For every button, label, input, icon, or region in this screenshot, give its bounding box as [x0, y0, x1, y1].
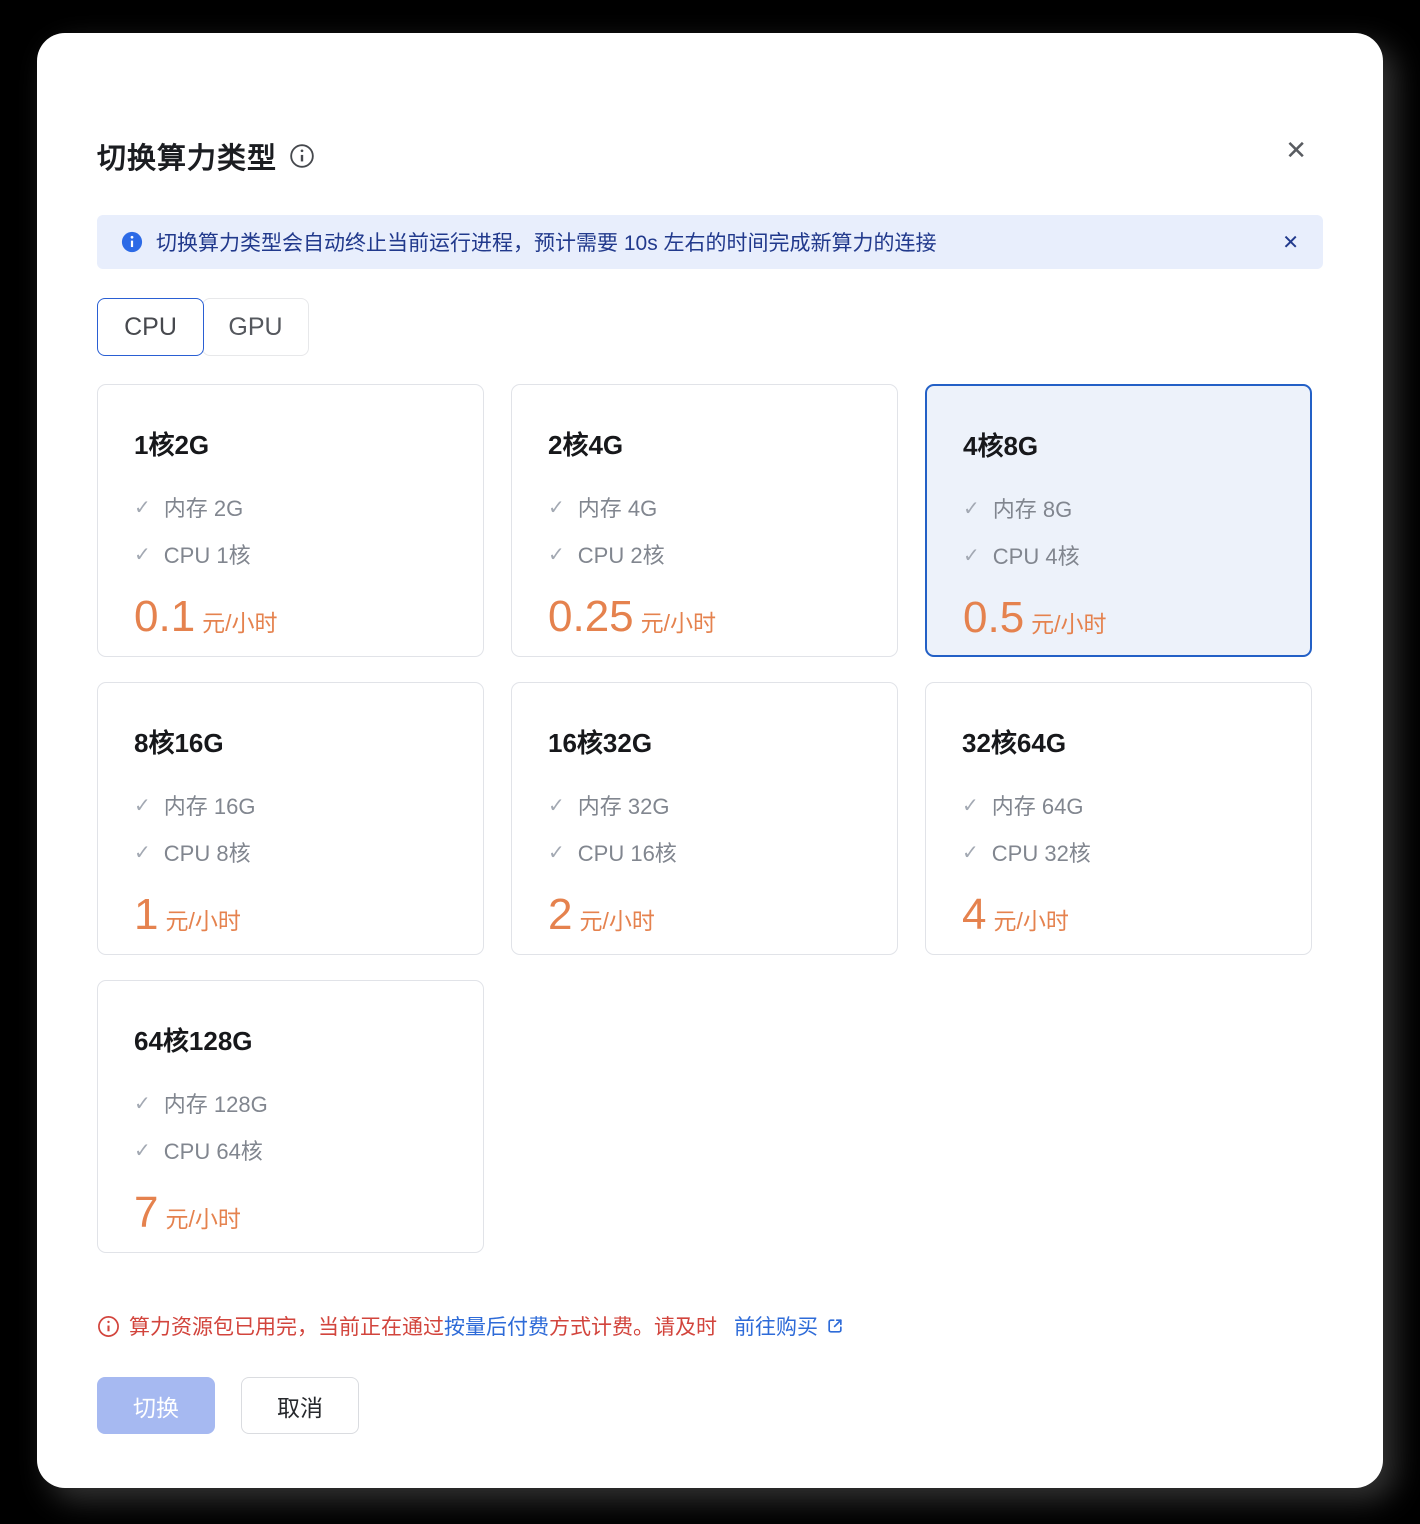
- spec-card-64c128g[interactable]: 64核128G ✓ 内存 128G ✓ CPU 64核 7元/小时: [97, 980, 484, 1253]
- card-title: 64核128G: [134, 1021, 447, 1058]
- check-icon: ✓: [134, 495, 151, 520]
- spec-card-1c2g[interactable]: 1核2G ✓ 内存 2G ✓ CPU 1核 0.1元/小时: [97, 384, 484, 657]
- spec-cpu: CPU 8核: [164, 836, 251, 868]
- spec-cpu: CPU 1核: [164, 538, 251, 570]
- spec-memory: 内存 4G: [578, 491, 657, 523]
- spec-cpu: CPU 16核: [578, 836, 677, 868]
- card-title: 1核2G: [134, 425, 447, 462]
- quota-warning: 算力资源包已用完，当前正在通过按量后付费方式计费。请及时 前往购买: [97, 1311, 1323, 1341]
- info-banner: 切换算力类型会自动终止当前运行进程，预计需要 10s 左右的时间完成新算力的连接…: [97, 215, 1323, 269]
- price-value: 0.1: [134, 592, 195, 642]
- price-unit: 元/小时: [165, 1200, 240, 1234]
- postpaid-billing-link[interactable]: 按量后付费: [444, 1316, 549, 1339]
- card-title: 4核8G: [963, 426, 1274, 463]
- warning-info-icon: [97, 1315, 120, 1338]
- warning-segment: 算力资源包已用完，当前正在通过: [129, 1316, 444, 1339]
- check-icon: ✓: [963, 496, 980, 521]
- tab-cpu[interactable]: CPU: [97, 298, 204, 356]
- price-value: 0.5: [963, 593, 1024, 643]
- close-icon[interactable]: ✕: [1285, 137, 1307, 163]
- spec-memory: 内存 16G: [164, 789, 256, 821]
- go-purchase-link[interactable]: 前往购买: [734, 1311, 845, 1341]
- price-value: 7: [134, 1188, 158, 1238]
- spec-cpu: CPU 32核: [992, 836, 1091, 868]
- price-value: 2: [548, 890, 572, 940]
- compute-type-tabs: CPU GPU: [97, 298, 1323, 356]
- warning-text: 算力资源包已用完，当前正在通过按量后付费方式计费。请及时: [129, 1311, 717, 1341]
- spec-card-4c8g-selected[interactable]: 4核8G ✓ 内存 8G ✓ CPU 4核 0.5元/小时: [925, 384, 1312, 657]
- check-icon: ✓: [134, 840, 151, 865]
- price-unit: 元/小时: [993, 902, 1068, 936]
- spec-card-16c32g[interactable]: 16核32G ✓ 内存 32G ✓ CPU 16核 2元/小时: [511, 682, 898, 955]
- switch-button[interactable]: 切换: [97, 1377, 215, 1434]
- spec-cpu: CPU 4核: [993, 539, 1080, 571]
- check-icon: ✓: [134, 1091, 151, 1116]
- spec-memory: 内存 32G: [578, 789, 670, 821]
- check-icon: ✓: [962, 840, 979, 865]
- spec-cpu: CPU 64核: [164, 1134, 263, 1166]
- price-value: 1: [134, 890, 158, 940]
- info-icon[interactable]: [289, 143, 315, 169]
- spec-card-8c16g[interactable]: 8核16G ✓ 内存 16G ✓ CPU 8核 1元/小时: [97, 682, 484, 955]
- price-unit: 元/小时: [579, 902, 654, 936]
- dialog-title: 切换算力类型: [97, 135, 277, 177]
- card-title: 16核32G: [548, 723, 861, 760]
- banner-message: 切换算力类型会自动终止当前运行进程，预计需要 10s 左右的时间完成新算力的连接: [156, 227, 1269, 257]
- check-icon: ✓: [548, 840, 565, 865]
- spec-memory: 内存 8G: [993, 492, 1072, 524]
- tab-gpu[interactable]: GPU: [202, 298, 309, 356]
- price-value: 0.25: [548, 592, 634, 642]
- banner-close-icon[interactable]: ✕: [1282, 230, 1299, 255]
- check-icon: ✓: [548, 793, 565, 818]
- card-title: 8核16G: [134, 723, 447, 760]
- spec-card-32c64g[interactable]: 32核64G ✓ 内存 64G ✓ CPU 32核 4元/小时: [925, 682, 1312, 955]
- check-icon: ✓: [134, 793, 151, 818]
- cancel-button[interactable]: 取消: [241, 1377, 359, 1434]
- external-link-icon: [825, 1316, 845, 1336]
- check-icon: ✓: [962, 793, 979, 818]
- check-icon: ✓: [134, 1138, 151, 1163]
- spec-cpu: CPU 2核: [578, 538, 665, 570]
- price-unit: 元/小时: [165, 902, 240, 936]
- switch-compute-type-dialog: 切换算力类型 ✕ 切换算力类型会自动终止当前运行进程，预计需要 10s 左右的时…: [37, 33, 1383, 1488]
- price-unit: 元/小时: [641, 604, 716, 638]
- banner-info-icon: [121, 231, 143, 253]
- card-title: 2核4G: [548, 425, 861, 462]
- dialog-actions: 切换 取消: [97, 1377, 1323, 1434]
- card-title: 32核64G: [962, 723, 1275, 760]
- check-icon: ✓: [963, 543, 980, 568]
- go-purchase-label: 前往购买: [734, 1311, 818, 1341]
- check-icon: ✓: [134, 542, 151, 567]
- spec-memory: 内存 2G: [164, 491, 243, 523]
- price-unit: 元/小时: [202, 604, 277, 638]
- check-icon: ✓: [548, 542, 565, 567]
- price-value: 4: [962, 890, 986, 940]
- spec-card-grid: 1核2G ✓内存 2G ✓CPU 1核 0.1元/小时 2核4G ✓内存 4G …: [97, 384, 1323, 1253]
- price-unit: 元/小时: [1031, 605, 1106, 639]
- check-icon: ✓: [548, 495, 565, 520]
- warning-segment: 方式计费。请及时: [549, 1316, 717, 1339]
- spec-card-2c4g[interactable]: 2核4G ✓ 内存 4G ✓ CPU 2核 0.25元/小时: [511, 384, 898, 657]
- spec-memory: 内存 64G: [992, 789, 1084, 821]
- dialog-header: 切换算力类型 ✕: [97, 135, 1323, 177]
- spec-memory: 内存 128G: [164, 1087, 268, 1119]
